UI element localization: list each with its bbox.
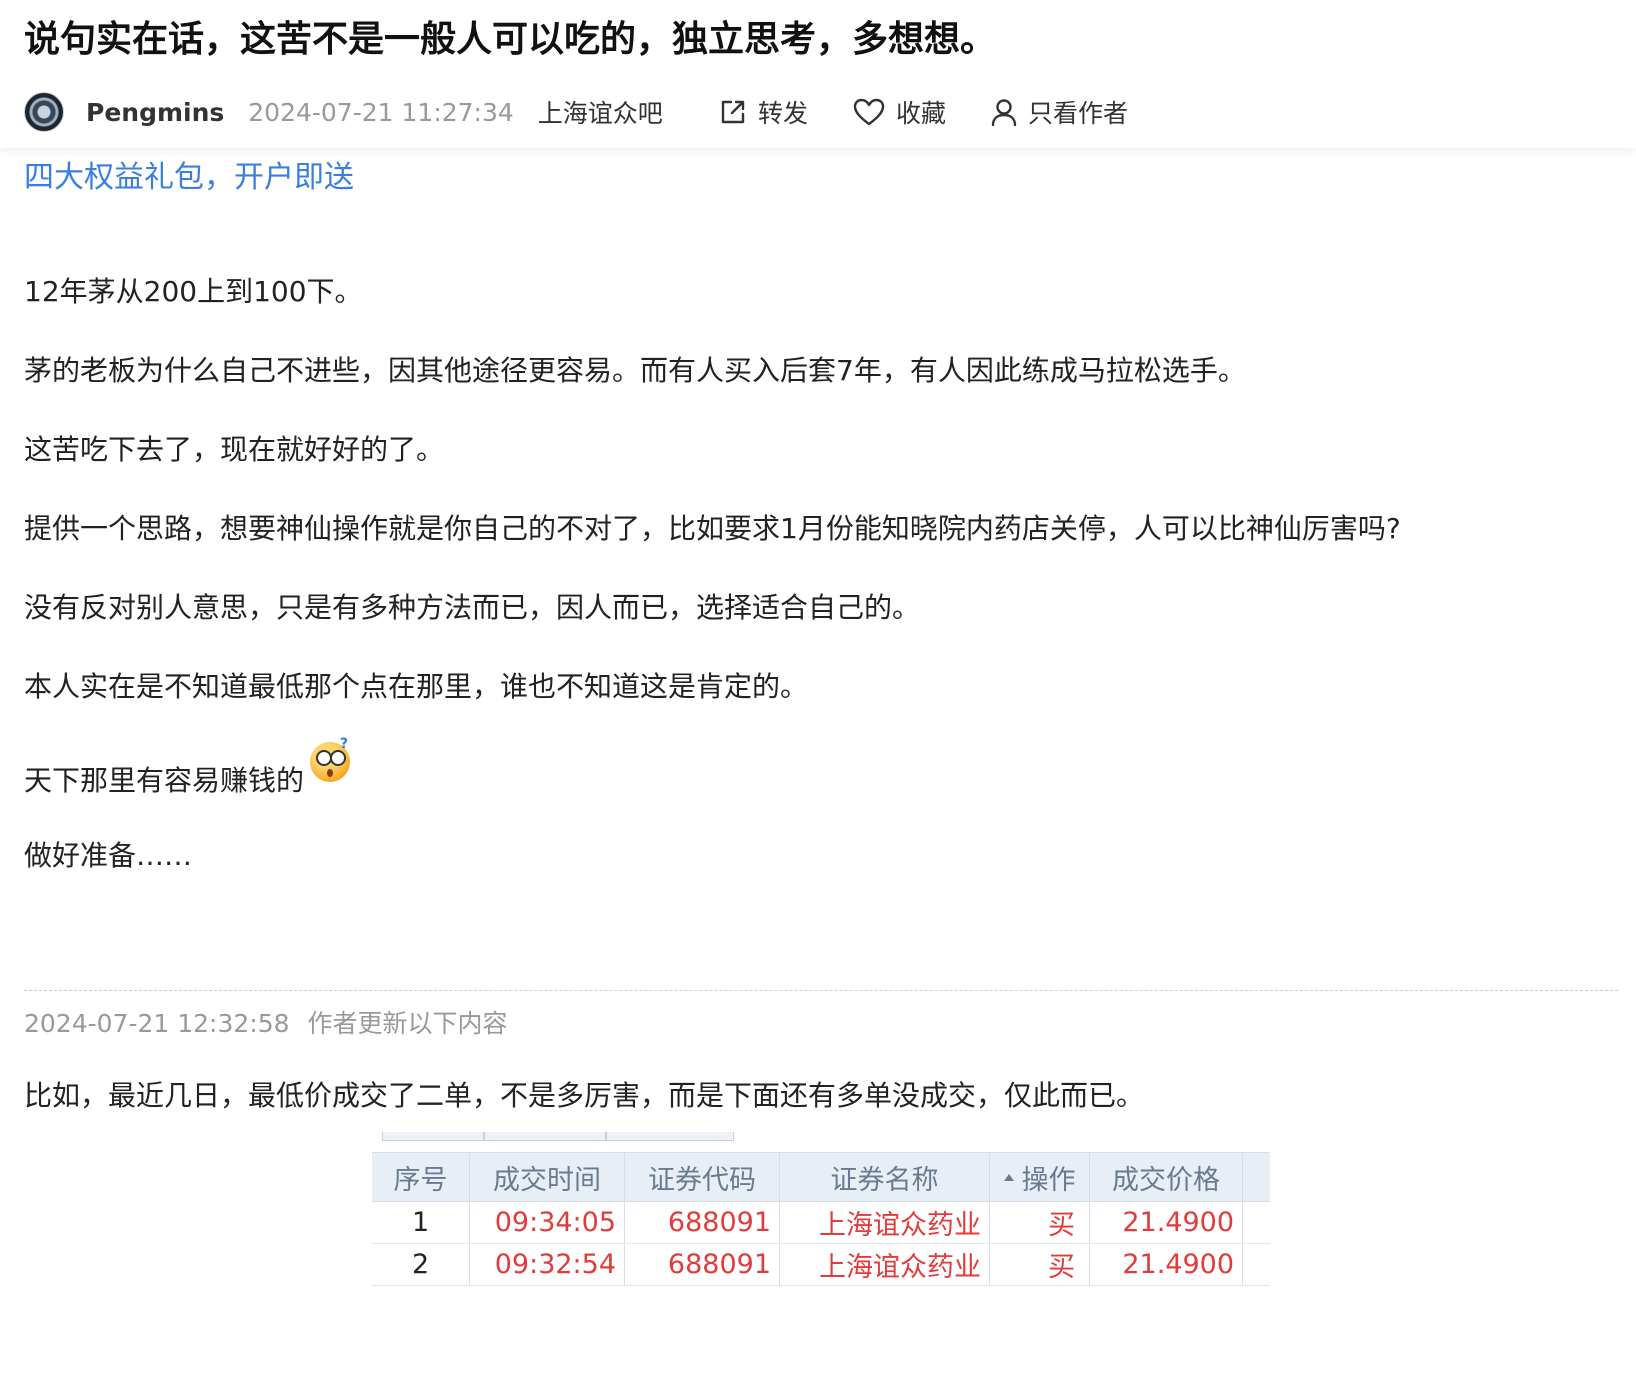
row-code: 688091 (625, 1202, 780, 1243)
post-page: 说句实在话，这苦不是一般人可以吃的，独立思考，多想想。 Pengmins 202… (0, 0, 1636, 1378)
row-index: 1 (372, 1202, 470, 1243)
post-header: 说句实在话，这苦不是一般人可以吃的，独立思考，多想想。 Pengmins 202… (0, 0, 1636, 148)
post-paragraph-3: 这苦吃下去了，现在就好好的了。 (24, 433, 445, 466)
post-paragraph-6: 本人实在是不知道最低那个点在那里，谁也不知道这是肯定的。 (24, 670, 809, 703)
table-tabs-stub (372, 1132, 1270, 1142)
row-time: 09:32:54 (470, 1244, 625, 1285)
sort-asc-icon (1003, 1173, 1014, 1181)
post-meta: Pengmins 2024-07-21 11:27:34 上海谊众吧 (24, 88, 663, 136)
dizzy-confused-emoji-icon: ? (310, 736, 351, 782)
row-price: 21.4900 (1090, 1202, 1243, 1243)
post-paragraph-2: 茅的老板为什么自己不进些，因其他途径更容易。而有人买入后套7年，有人因此练成马拉… (24, 354, 1246, 387)
post-paragraph-5: 没有反对别人意思，只是有多种方法而已，因人而已，选择适合自己的。 (24, 591, 921, 624)
table-row: 1 09:34:05 688091 上海谊众药业 买 21.4900 (372, 1202, 1270, 1244)
favorite-label: 收藏 (896, 99, 947, 128)
bar-link[interactable]: 上海谊众吧 (538, 94, 663, 130)
author-only-button[interactable]: 只看作者 (990, 94, 1128, 130)
avatar[interactable] (24, 92, 64, 132)
update-label: 作者更新以下内容 (307, 1009, 508, 1038)
share-label: 转发 (758, 99, 809, 128)
post-timestamp: 2024-07-21 11:27:34 (248, 97, 514, 127)
update-text: 比如，最近几日，最低价成交了二单，不是多厉害，而是下面还有多单没成交，仅此而已。 (24, 1079, 1145, 1112)
header-index: 序号 (372, 1153, 470, 1201)
post-paragraph-7-text: 天下那里有容易赚钱的 (24, 764, 305, 797)
row-action: 买 (990, 1202, 1090, 1243)
post-paragraph-7: 天下那里有容易赚钱的? (24, 736, 351, 799)
table-row: 2 09:32:54 688091 上海谊众药业 买 21.4900 (372, 1244, 1270, 1286)
post-paragraph-8: 做好准备…… (24, 839, 193, 872)
post-title: 说句实在话，这苦不是一般人可以吃的，独立思考，多想想。 (24, 19, 997, 60)
heart-icon (853, 98, 885, 126)
update-divider (24, 990, 1618, 991)
row-index: 2 (372, 1244, 470, 1285)
share-button[interactable]: 转发 (718, 94, 808, 130)
header-name: 证券名称 (780, 1153, 990, 1201)
favorite-button[interactable]: 收藏 (852, 94, 946, 130)
trade-table-header: 序号 成交时间 证券代码 证券名称 操作 成交价格 (372, 1152, 1270, 1202)
row-name: 上海谊众药业 (780, 1202, 990, 1243)
update-meta: 2024-07-21 12:32:58 作者更新以下内容 (24, 1004, 508, 1040)
row-code: 688091 (625, 1244, 780, 1285)
header-action-col: 操作 (990, 1153, 1090, 1201)
user-icon (991, 99, 1017, 127)
row-time: 09:34:05 (470, 1202, 625, 1243)
header-time: 成交时间 (470, 1153, 625, 1201)
update-timestamp: 2024-07-21 12:32:58 (24, 1009, 290, 1038)
author-only-label: 只看作者 (1028, 99, 1129, 128)
share-icon (721, 100, 745, 124)
trade-table-image: 序号 成交时间 证券代码 证券名称 操作 成交价格 1 09:34:05 688… (372, 1132, 1270, 1292)
post-actions: 转发 收藏 只看作者 (718, 88, 1172, 136)
row-name: 上海谊众药业 (780, 1244, 990, 1285)
row-price: 21.4900 (1090, 1244, 1243, 1285)
row-action: 买 (990, 1244, 1090, 1285)
header-action: 操作 (1021, 1164, 1076, 1196)
promo-link[interactable]: 四大权益礼包，开户即送 (24, 152, 354, 196)
post-paragraph-1: 12年茅从200上到100下。 (24, 275, 363, 308)
header-overflow (1243, 1153, 1270, 1201)
post-paragraph-4: 提供一个思路，想要神仙操作就是你自己的不对了，比如要求1月份能知晓院内药店关停，… (24, 512, 1401, 545)
header-price: 成交价格 (1090, 1153, 1243, 1201)
header-code: 证券代码 (625, 1153, 780, 1201)
author-name[interactable]: Pengmins (86, 98, 224, 127)
